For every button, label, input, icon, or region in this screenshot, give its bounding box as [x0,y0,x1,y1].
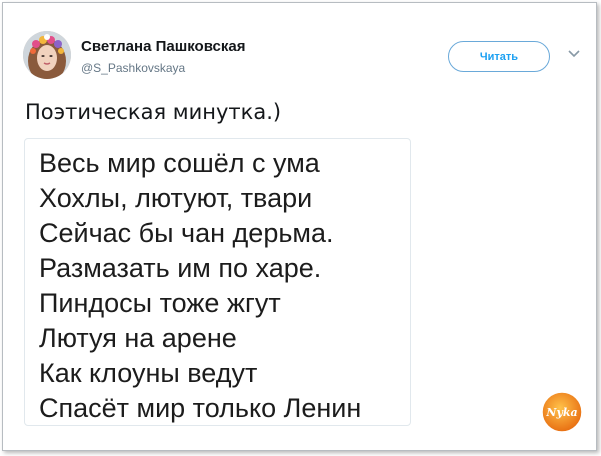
site-logo-icon: Nyka [541,391,583,433]
poem-line: Лютуя на арене [39,323,237,353]
poem-line: Весь мир сошёл с ума [39,148,320,178]
author-handle[interactable]: @S_Pashkovskaya [81,61,185,75]
follow-button-label: Читать [479,50,519,63]
poem-line: Пиндосы тоже жгут [39,288,281,318]
poem-image-card[interactable]: Весь мир сошёл с ума Хохлы, лютуют, твар… [24,138,411,426]
tweet-frame: Светлана Пашковская @S_Pashkovskaya Чита… [2,2,597,451]
poem-line: Хохлы, лютуют, твари [39,183,313,213]
avatar-photo [23,31,71,79]
poem-line: Сейчас бы чан дерьма. [39,218,334,248]
poem-line: Размазать им по харе. [39,253,322,283]
poem-line: Спасёт мир только Ленин [39,393,362,423]
tweet-text: Поэтическая минутка.) [25,100,282,124]
poem-line: Как клоуны ведут [39,358,258,388]
author-display-name[interactable]: Светлана Пашковская [81,38,245,55]
svg-text:Nyka: Nyka [545,406,577,419]
follow-button[interactable]: Читать [448,41,550,72]
chevron-down-icon[interactable] [567,49,581,59]
avatar[interactable] [23,31,71,79]
